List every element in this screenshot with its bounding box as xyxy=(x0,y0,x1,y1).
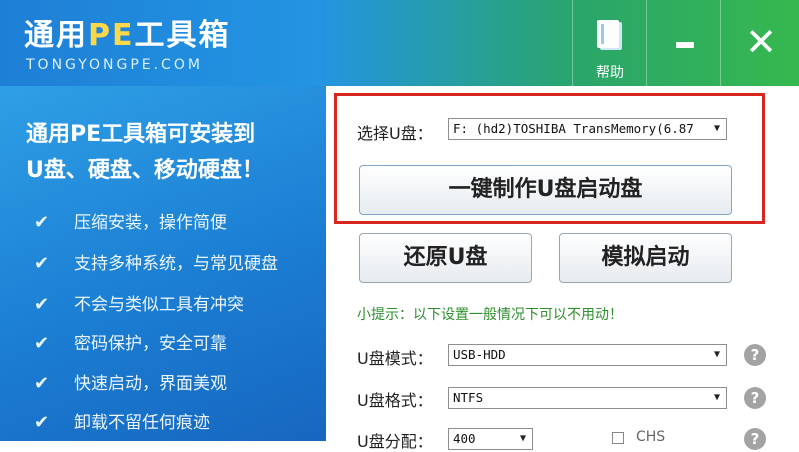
app-subtitle: TONGYONGPE.COM xyxy=(26,57,203,73)
mode-select[interactable]: USB-HDD ▼ xyxy=(448,344,727,366)
chevron-down-icon: ▼ xyxy=(708,388,726,408)
feature-text: 支持多种系统，与常见硬盘 xyxy=(74,254,278,274)
question-icon[interactable]: ? xyxy=(744,344,766,366)
chevron-down-icon: ▼ xyxy=(708,119,726,139)
format-select[interactable]: NTFS ▼ xyxy=(448,387,727,409)
format-select-value: NTFS xyxy=(453,390,484,405)
mode-label: U盘模式： xyxy=(357,349,433,368)
partition-select-value: 400 xyxy=(453,431,476,446)
tip-text: 小提示：以下设置一般情况下可以不用动！ xyxy=(357,307,623,323)
minimize-button[interactable] xyxy=(646,0,721,86)
check-icon: ✔ xyxy=(34,294,50,315)
check-icon: ✔ xyxy=(34,412,50,433)
feature-item: ✔ 密码保护，安全可靠 xyxy=(34,329,227,354)
question-icon[interactable]: ? xyxy=(744,387,766,409)
headline-line-2: U盘、硬盘、移动硬盘！ xyxy=(26,158,264,183)
check-icon: ✔ xyxy=(34,253,50,274)
title-suffix: 工具箱 xyxy=(134,18,231,53)
chevron-down-icon: ▼ xyxy=(708,345,726,365)
minimize-icon xyxy=(676,42,694,48)
feature-item: ✔ 支持多种系统，与常见硬盘 xyxy=(34,249,278,274)
title-prefix: 通用 xyxy=(24,18,88,53)
check-icon: ✔ xyxy=(34,333,50,354)
title-pe: PE xyxy=(88,18,135,53)
chs-checkbox[interactable] xyxy=(612,432,624,444)
feature-item: ✔ 卸载不留任何痕迹 xyxy=(34,408,210,433)
feature-item: ✔ 压缩安装，操作简便 xyxy=(34,208,227,233)
help-label: 帮助 xyxy=(596,65,624,81)
select-disk-label: 选择U盘： xyxy=(357,124,433,143)
disk-select[interactable]: F: (hd2)TOSHIBA TransMemory(6.87 ▼ xyxy=(448,118,727,140)
book-icon xyxy=(597,20,619,48)
chs-label: CHS xyxy=(636,429,666,445)
feature-item: ✔ 快速启动，界面美观 xyxy=(34,369,227,394)
app-title: 通用PE工具箱 xyxy=(24,10,230,54)
disk-select-value: F: (hd2)TOSHIBA TransMemory(6.87 xyxy=(453,121,694,136)
check-icon: ✔ xyxy=(34,212,50,233)
title-bar: 通用PE工具箱 TONGYONGPE.COM 帮助 ✕ xyxy=(0,0,799,86)
format-label: U盘格式： xyxy=(357,391,433,410)
close-button[interactable]: ✕ xyxy=(720,0,799,86)
partition-label: U盘分配： xyxy=(357,432,433,451)
make-bootable-button[interactable]: 一键制作U盘启动盘 xyxy=(359,165,732,215)
question-icon[interactable]: ? xyxy=(744,428,766,450)
close-icon: ✕ xyxy=(745,20,777,64)
check-icon: ✔ xyxy=(34,373,50,394)
restore-disk-button[interactable]: 还原U盘 xyxy=(359,233,532,283)
chevron-down-icon: ▼ xyxy=(514,429,532,449)
feature-text: 压缩安装，操作简便 xyxy=(74,213,227,233)
mode-select-value: USB-HDD xyxy=(453,347,506,362)
simulate-boot-button[interactable]: 模拟启动 xyxy=(559,233,732,283)
feature-text: 密码保护，安全可靠 xyxy=(74,334,227,354)
headline-line-1: 通用PE工具箱可安装到 xyxy=(26,122,256,147)
feature-text: 卸载不留任何痕迹 xyxy=(74,413,210,433)
feature-text: 不会与类似工具有冲突 xyxy=(74,295,244,315)
help-button[interactable]: 帮助 xyxy=(572,0,647,86)
partition-select[interactable]: 400 ▼ xyxy=(448,428,533,450)
feature-item: ✔ 不会与类似工具有冲突 xyxy=(34,290,244,315)
feature-text: 快速启动，界面美观 xyxy=(74,374,227,394)
